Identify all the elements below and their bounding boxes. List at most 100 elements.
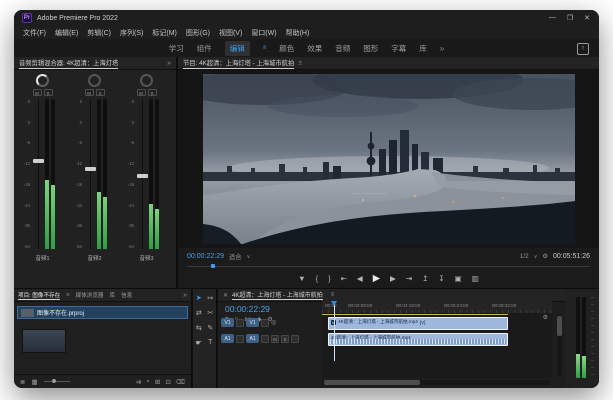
volume-fader[interactable] — [84, 99, 97, 249]
program-current-timecode[interactable]: 00:00:22:29 — [187, 253, 224, 260]
pen-tool[interactable]: ✎ — [207, 324, 213, 332]
media-browser-tab[interactable]: 媒体浏览器 — [76, 291, 104, 299]
export-frame-button[interactable]: ▣ — [455, 274, 462, 283]
timeline-current-timecode[interactable]: 00:00:22:29 — [225, 304, 270, 314]
solo-button[interactable]: S — [44, 89, 53, 96]
type-tool[interactable]: T — [208, 339, 212, 347]
pan-knob[interactable] — [140, 74, 153, 87]
panel-menu-icon[interactable]: ≡ — [66, 292, 69, 298]
new-bin-icon[interactable]: ⊞ — [155, 378, 160, 386]
go-to-in-button[interactable]: ⇤ — [341, 274, 347, 283]
playback-resolution-select[interactable]: 1/2 — [520, 253, 529, 260]
mark-in-button[interactable]: { — [316, 274, 319, 283]
clip-thumbnail[interactable] — [22, 329, 66, 353]
zoom-level-select[interactable]: 适合 — [229, 252, 242, 261]
hand-tool[interactable]: ☛ — [196, 339, 202, 347]
find-icon[interactable]: ⌕ — [146, 378, 150, 386]
lock-icon[interactable] — [236, 335, 244, 343]
pan-knob[interactable] — [88, 74, 101, 87]
menu-window[interactable]: 窗口(W) — [251, 28, 276, 38]
mark-out-button[interactable]: } — [328, 274, 331, 283]
solo-button[interactable]: S — [148, 89, 157, 96]
selection-tool[interactable]: ➤ — [196, 294, 202, 302]
menu-clip[interactable]: 剪辑(C) — [87, 28, 111, 38]
workspace-tab-color[interactable]: 颜色 — [279, 43, 294, 54]
mute-button[interactable]: M — [85, 89, 94, 96]
sync-lock-icon[interactable] — [261, 335, 269, 343]
workspace-tab-libraries[interactable]: 库 — [419, 43, 427, 54]
icon-view-icon[interactable]: ▦ — [31, 378, 37, 386]
step-forward-button[interactable]: ▶ — [390, 274, 396, 283]
volume-fader[interactable] — [136, 99, 149, 249]
workspace-overflow-icon[interactable]: » — [440, 44, 444, 53]
comparison-view-button[interactable]: ▥ — [472, 274, 479, 283]
volume-fader[interactable] — [32, 99, 45, 249]
audio-mixer-tab[interactable]: 音频剪辑混合器: 4K超清：上海灯塔 — [19, 58, 118, 69]
program-video-frame[interactable] — [203, 74, 575, 244]
panel-menu-icon[interactable]: ≡ — [331, 292, 335, 298]
video-clip[interactable]: fx 4K超清：上海灯塔 - 上海城市航拍.mp4 [V] — [328, 317, 508, 330]
play-button[interactable]: ▶ — [373, 273, 380, 284]
settings-wrench-icon[interactable]: ⚙ — [542, 253, 548, 260]
ripple-edit-tool[interactable]: ⇄ — [196, 309, 202, 317]
workspace-tab-graphics[interactable]: 图形 — [363, 43, 378, 54]
project-tab[interactable]: 项目: 图像不存在 — [18, 291, 60, 300]
slip-tool[interactable]: ⇆ — [196, 324, 202, 332]
source-v1-badge[interactable]: V1 — [221, 318, 234, 327]
libraries-tab[interactable]: 库 — [110, 291, 116, 299]
workspace-tab-assembly[interactable]: 组件 — [197, 43, 212, 54]
pan-knob[interactable] — [36, 74, 49, 87]
track-select-tool[interactable]: ↦ — [207, 294, 213, 302]
quick-export-icon[interactable]: ↑ — [577, 43, 589, 55]
toggle-track-output-icon[interactable]: ◎ — [271, 319, 276, 326]
sync-lock-icon[interactable] — [261, 319, 269, 327]
minimize-button[interactable]: — — [549, 14, 556, 22]
solo-button[interactable]: S — [96, 89, 105, 96]
workspace-menu-icon[interactable]: ≡ — [263, 45, 267, 51]
panel-overflow-icon[interactable]: » — [167, 60, 171, 67]
clear-icon[interactable]: ⌫ — [176, 378, 185, 386]
panel-menu-icon[interactable]: ≡ — [298, 60, 302, 67]
mute-button[interactable]: M — [33, 89, 42, 96]
lift-button[interactable]: ↥ — [422, 274, 428, 283]
program-scrub-bar[interactable] — [187, 264, 590, 268]
mute-button[interactable]: M — [137, 89, 146, 96]
project-item-row[interactable]: 图像不存在.prproj — [17, 306, 188, 319]
menu-graphics[interactable]: 图形(G) — [186, 28, 210, 38]
voiceover-record-microphone-icon[interactable] — [291, 335, 299, 343]
workspace-tab-learning[interactable]: 学习 — [169, 43, 184, 54]
target-v1-badge[interactable]: V1 — [246, 318, 259, 327]
workspace-tab-effects[interactable]: 效果 — [307, 43, 322, 54]
go-to-out-button[interactable]: ⇥ — [406, 274, 412, 283]
menu-edit[interactable]: 编辑(E) — [55, 28, 78, 38]
menu-help[interactable]: 帮助(H) — [286, 28, 310, 38]
menu-view[interactable]: 视图(V) — [219, 28, 242, 38]
scrub-playhead[interactable] — [211, 264, 215, 268]
solo-track-button[interactable]: S — [281, 335, 289, 343]
menu-sequence[interactable]: 序列(S) — [120, 28, 143, 38]
sequence-tab[interactable]: 4K超清：上海灯塔 - 上海城市航拍 — [232, 290, 323, 300]
horizontal-scrollbar[interactable] — [322, 380, 550, 385]
audio-clip[interactable]: 4K超清：上海灯塔 - 上海城市航拍.mp4 — [328, 333, 508, 346]
target-a1-badge[interactable]: A1 — [246, 334, 259, 343]
source-a1-badge[interactable]: A1 — [221, 334, 234, 343]
info-tab[interactable]: 信息 — [121, 291, 132, 299]
lock-icon[interactable] — [236, 319, 244, 327]
close-sequence-icon[interactable]: ✕ — [223, 292, 228, 299]
close-button[interactable]: ✕ — [584, 14, 590, 22]
new-item-icon[interactable]: ⊡ — [165, 378, 170, 386]
razor-tool[interactable]: ✂ — [207, 309, 213, 317]
thumbnail-zoom-slider[interactable] — [44, 381, 70, 382]
panel-overflow-icon[interactable]: » — [183, 292, 187, 299]
maximize-button[interactable]: ❐ — [567, 14, 573, 22]
vertical-scrollbar[interactable] — [557, 314, 562, 376]
program-monitor-tab[interactable]: 节目: 4K超清：上海灯塔 - 上海城市航拍 — [183, 58, 294, 69]
step-back-button[interactable]: ◀ — [357, 274, 363, 283]
add-marker-button[interactable]: ▼ — [298, 274, 305, 283]
workspace-tab-audio[interactable]: 音频 — [335, 43, 350, 54]
mute-track-button[interactable]: M — [271, 335, 279, 343]
list-view-icon[interactable]: ≣ — [20, 378, 25, 386]
menu-file[interactable]: 文件(F) — [23, 28, 46, 38]
workspace-tab-editing[interactable]: 编辑 — [225, 41, 250, 56]
gear-icon[interactable]: ⚙ — [543, 314, 548, 321]
